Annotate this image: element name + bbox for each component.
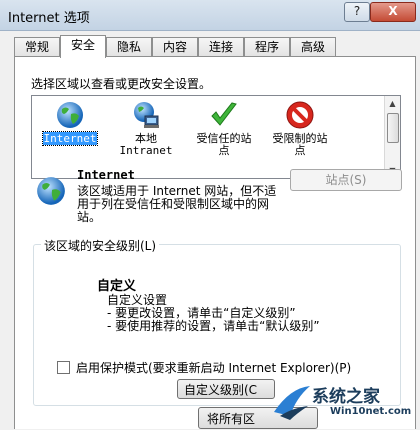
window-title: Internet 选项: [8, 11, 90, 26]
selected-zone-description: 该区域适用于 Internet 网站，但不适用于列在受信任和受限制区域中的网站。: [77, 184, 277, 224]
zone-internet[interactable]: Internet: [32, 100, 108, 146]
protected-mode-label: 启用保护模式(要求重新启动 Internet Explorer)(P): [76, 361, 352, 375]
zone-list-scrollbar[interactable]: ▲ ▼: [384, 96, 400, 178]
security-level-name: 自定义: [97, 279, 137, 294]
security-level-group-title: 该区域的安全级别(L): [41, 237, 160, 254]
intranet-icon: [134, 102, 159, 128]
close-button[interactable]: X: [370, 2, 416, 22]
title-bar: Internet 选项 ? X: [0, 0, 420, 31]
watermark-url: Win10net.com: [330, 406, 412, 417]
help-button[interactable]: ?: [344, 2, 370, 22]
watermark-logo-icon: [274, 386, 310, 420]
security-panel: 选择区域以查看或更改安全设置。 Internet 本地 Intranet 受信任…: [14, 56, 416, 429]
watermark-title: 系统之家: [312, 387, 380, 407]
tab-general[interactable]: 常规: [14, 37, 60, 57]
tab-connections[interactable]: 连接: [198, 37, 244, 57]
scroll-up-icon[interactable]: ▲: [385, 96, 400, 111]
zone-list: Internet 本地 Intranet 受信任的站点 受限制的站 点 ▲: [31, 95, 401, 179]
custom-level-button[interactable]: 自定义级别(C: [177, 379, 275, 399]
zone-trusted-sites[interactable]: 受信任的站点: [186, 100, 262, 157]
tab-security[interactable]: 安全: [60, 35, 106, 58]
zone-restricted-sites[interactable]: 受限制的站点: [262, 100, 338, 157]
protected-mode-row[interactable]: 启用保护模式(要求重新启动 Internet Explorer)(P): [57, 359, 351, 376]
zone-local-intranet[interactable]: 本地 Intranet: [108, 100, 184, 157]
globe-icon: [57, 102, 83, 128]
zone-label: 受限制的站点: [272, 132, 328, 157]
security-level-description: 自定义设置 - 要更改设置，请单击“自定义级别” - 要使用推荐的设置，请单击“…: [107, 293, 320, 333]
protected-mode-checkbox[interactable]: [57, 361, 70, 374]
scroll-thumb[interactable]: [387, 113, 399, 143]
zone-label: Internet: [41, 131, 99, 146]
watermark: 系统之家 Win10net.com: [270, 378, 420, 428]
restricted-icon: [286, 101, 314, 129]
selected-zone-globe-icon: [37, 177, 65, 205]
tab-privacy[interactable]: 隐私: [106, 37, 152, 57]
check-icon: [211, 102, 237, 126]
zone-label: 本地 Intranet: [119, 132, 173, 157]
tab-programs[interactable]: 程序: [244, 37, 290, 57]
tab-content[interactable]: 内容: [152, 37, 198, 57]
tab-advanced[interactable]: 高级: [290, 37, 336, 57]
zone-prompt: 选择区域以查看或更改安全设置。: [31, 77, 212, 91]
zone-label: 受信任的站点: [196, 132, 252, 157]
sites-button[interactable]: 站点(S): [290, 169, 402, 191]
selected-zone-name: Internet: [77, 168, 135, 182]
